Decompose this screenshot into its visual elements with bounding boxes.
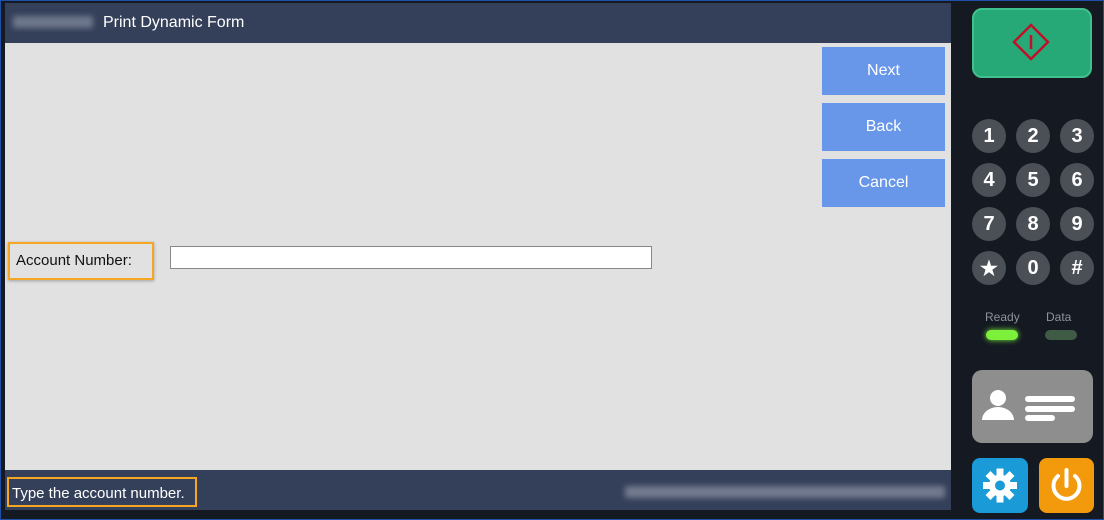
keypad-key[interactable]: 5 (1016, 163, 1050, 197)
status-message: Type the account number. (12, 485, 185, 502)
keypad-key[interactable]: 9 (1060, 207, 1094, 241)
keypad-key[interactable]: 2 (1016, 119, 1050, 153)
keypad-key[interactable]: 0 (1016, 251, 1050, 285)
ready-label: Ready (985, 310, 1020, 324)
account-label-highlight: Account Number: (8, 242, 154, 280)
data-indicator (1045, 330, 1077, 340)
id-card-button[interactable] (972, 370, 1093, 443)
keypad-key[interactable]: 7 (972, 207, 1006, 241)
status-highlight: Type the account number. (7, 477, 197, 507)
keypad-key[interactable]: 4 (972, 163, 1006, 197)
keypad-key[interactable]: 8 (1016, 207, 1050, 241)
blurred-user-info (625, 486, 945, 498)
next-button[interactable]: Next (822, 47, 945, 95)
keypad-key[interactable]: 1 (972, 119, 1006, 153)
start-icon (1012, 23, 1050, 61)
power-icon (1051, 468, 1082, 501)
status-bar: Type the account number. (5, 470, 951, 510)
start-button[interactable] (972, 8, 1092, 78)
power-button[interactable] (1039, 458, 1094, 513)
main-screen: Print Dynamic Form Next Back Cancel Acco… (5, 3, 951, 510)
blurred-app-name (13, 16, 93, 28)
account-number-input[interactable] (170, 246, 652, 269)
keypad-key[interactable]: 3 (1060, 119, 1094, 153)
keypad-key[interactable]: ★ (972, 251, 1006, 285)
settings-button[interactable] (972, 458, 1028, 513)
gear-icon (983, 468, 1017, 503)
keypad-key[interactable]: 6 (1060, 163, 1094, 197)
data-label: Data (1046, 310, 1072, 324)
keypad-key[interactable]: # (1060, 251, 1094, 285)
title-bar: Print Dynamic Form (5, 3, 951, 43)
cancel-button[interactable]: Cancel (822, 159, 945, 207)
id-card-icon (982, 390, 1075, 421)
ready-indicator (986, 330, 1018, 340)
account-number-label: Account Number: (16, 252, 132, 269)
back-button[interactable]: Back (822, 103, 945, 151)
window-title: Print Dynamic Form (103, 14, 245, 31)
